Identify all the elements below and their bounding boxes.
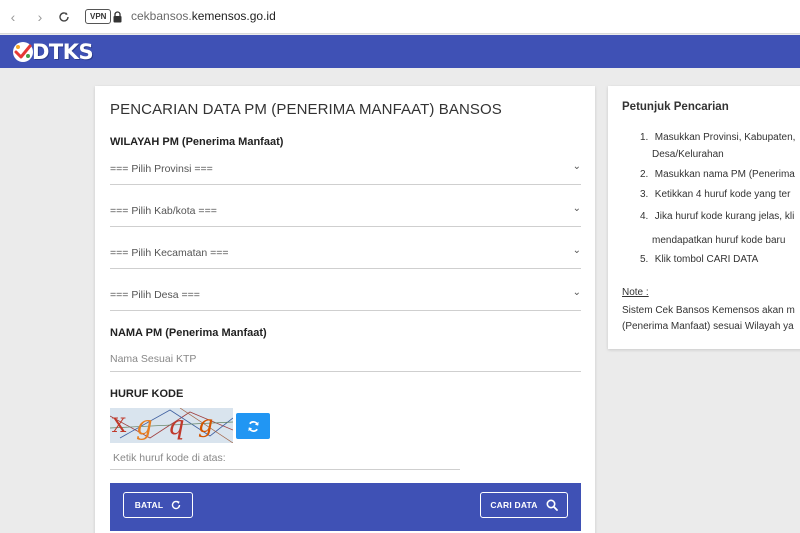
reload-icon[interactable] bbox=[55, 8, 73, 26]
note-text: (Penerima Manfaat) sesuai Wilayah ya bbox=[622, 321, 794, 332]
cari-data-button[interactable]: CARI DATA bbox=[480, 492, 568, 518]
search-icon bbox=[546, 499, 558, 511]
chevron-down-icon: ⌄ bbox=[572, 287, 581, 298]
kecamatan-select-value: === Pilih Kecamatan === bbox=[110, 247, 229, 259]
address-bar[interactable]: cekbansos.kemensos.go.id bbox=[131, 9, 276, 23]
app-header bbox=[0, 35, 800, 68]
nama-input[interactable]: Nama Sesuai KTP bbox=[110, 346, 581, 372]
browser-toolbar: ‹ › VPN cekbansos.kemensos.go.id bbox=[0, 0, 800, 34]
provinsi-select-value: === Pilih Provinsi === bbox=[110, 163, 213, 175]
logo-text: DTKS bbox=[32, 40, 94, 64]
dtks-logo[interactable]: DTKS bbox=[12, 40, 94, 64]
kabkota-select[interactable]: === Pilih Kab/kota === ⌄ bbox=[110, 199, 581, 227]
kode-placeholder: Ketik huruf kode di atas: bbox=[113, 452, 226, 464]
chevron-down-icon: ⌄ bbox=[572, 245, 581, 256]
guide-step-cont: Desa/Kelurahan bbox=[652, 149, 724, 160]
kode-input[interactable]: Ketik huruf kode di atas: bbox=[110, 448, 460, 470]
note-text: Sistem Cek Bansos Kemensos akan m bbox=[622, 305, 795, 316]
guide-step: 5. Klik tombol CARI DATA bbox=[640, 254, 759, 265]
batal-label: BATAL bbox=[134, 500, 164, 510]
kecamatan-select[interactable]: === Pilih Kecamatan === ⌄ bbox=[110, 241, 581, 269]
page-title: PENCARIAN DATA PM (PENERIMA MANFAAT) BAN… bbox=[110, 101, 502, 118]
guide-step: 4. Jika huruf kode kurang jelas, kli bbox=[640, 211, 795, 222]
url-prefix: cekbansos. bbox=[131, 9, 192, 23]
captcha-char: g bbox=[136, 411, 153, 441]
kabkota-select-value: === Pilih Kab/kota === bbox=[110, 205, 217, 217]
guide-step: 2. Masukkan nama PM (Penerima bbox=[640, 169, 795, 180]
forward-icon[interactable]: › bbox=[31, 8, 49, 26]
captcha-char: q bbox=[168, 411, 185, 441]
note-label: Note : bbox=[622, 287, 649, 298]
kode-label: HURUF KODE bbox=[110, 388, 184, 400]
desa-select-value: === Pilih Desa === bbox=[110, 289, 200, 301]
wilayah-label: WILAYAH PM (Penerima Manfaat) bbox=[110, 136, 284, 148]
guide-step-cont: mendapatkan huruf kode baru bbox=[652, 235, 786, 246]
vpn-badge[interactable]: VPN bbox=[85, 9, 112, 24]
url-domain: kemensos.go.id bbox=[191, 9, 276, 23]
chevron-down-icon: ⌄ bbox=[572, 203, 581, 214]
action-bar: BATAL CARI DATA bbox=[110, 483, 581, 531]
chevron-down-icon: ⌄ bbox=[572, 161, 581, 172]
provinsi-select[interactable]: === Pilih Provinsi === ⌄ bbox=[110, 157, 581, 185]
cari-label: CARI DATA bbox=[490, 500, 538, 510]
nama-placeholder: Nama Sesuai KTP bbox=[110, 353, 197, 365]
guide-step: 1. Masukkan Provinsi, Kabupaten, bbox=[640, 132, 796, 143]
dtks-logo-icon bbox=[13, 42, 33, 62]
refresh-captcha-button[interactable] bbox=[236, 413, 270, 439]
refresh-icon bbox=[172, 500, 181, 510]
batal-button[interactable]: BATAL bbox=[123, 492, 193, 518]
nama-label: NAMA PM (Penerima Manfaat) bbox=[110, 327, 267, 339]
captcha-char: X bbox=[112, 413, 127, 437]
refresh-icon bbox=[247, 420, 259, 432]
guide-step: 3. Ketikkan 4 huruf kode yang ter bbox=[640, 189, 791, 200]
desa-select[interactable]: === Pilih Desa === ⌄ bbox=[110, 283, 581, 311]
captcha-image: X g q g bbox=[110, 408, 233, 443]
back-icon[interactable]: ‹ bbox=[4, 8, 22, 26]
captcha-char: g bbox=[198, 410, 213, 438]
guide-card: Petunjuk Pencarian 1. Masukkan Provinsi,… bbox=[608, 86, 800, 349]
search-form-card: PENCARIAN DATA PM (PENERIMA MANFAAT) BAN… bbox=[95, 86, 595, 533]
lock-icon[interactable] bbox=[113, 10, 122, 23]
